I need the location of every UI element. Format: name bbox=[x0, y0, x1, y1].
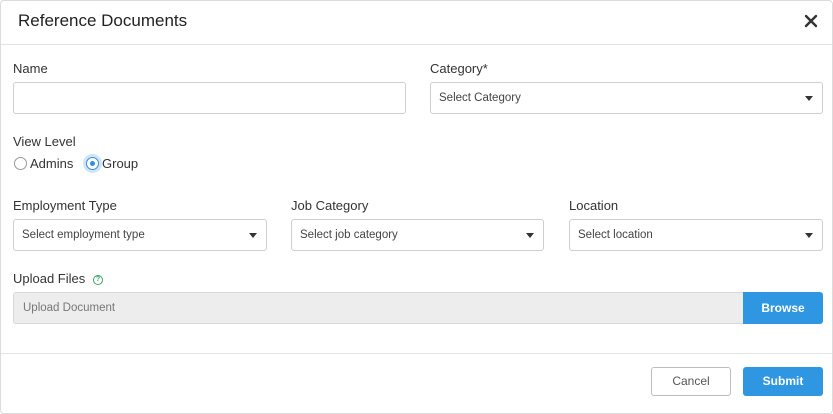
name-input[interactable] bbox=[13, 82, 406, 114]
modal-title: Reference Documents bbox=[18, 11, 188, 30]
name-label: Name bbox=[13, 61, 48, 76]
radio-group-label: Group bbox=[102, 155, 139, 171]
reference-documents-modal: Reference Documents Name Category* Selec… bbox=[0, 0, 833, 414]
caret-down-icon bbox=[805, 233, 813, 238]
category-select-value: Select Category bbox=[439, 92, 521, 104]
caret-down-icon bbox=[805, 96, 813, 101]
browse-button[interactable]: Browse bbox=[743, 292, 823, 324]
cancel-button[interactable]: Cancel bbox=[651, 367, 731, 396]
employment-type-select-value: Select employment type bbox=[22, 229, 145, 241]
location-select-value: Select location bbox=[578, 229, 653, 241]
location-select[interactable]: Select location bbox=[569, 219, 823, 251]
employment-type-label: Employment Type bbox=[13, 198, 117, 213]
radio-admins[interactable]: Admins bbox=[14, 155, 73, 171]
location-label: Location bbox=[569, 198, 619, 213]
employment-type-select[interactable]: Select employment type bbox=[13, 219, 267, 251]
modal-header: Reference Documents bbox=[1, 1, 832, 45]
submit-button[interactable]: Submit bbox=[743, 367, 823, 396]
category-label: Category* bbox=[430, 61, 488, 76]
radio-admins-label: Admins bbox=[30, 155, 74, 171]
job-category-label: Job Category bbox=[291, 198, 369, 213]
footer-divider bbox=[1, 353, 832, 354]
job-category-select-value: Select job category bbox=[300, 229, 398, 241]
radio-circle-selected bbox=[86, 156, 99, 170]
radio-group[interactable]: Group bbox=[86, 155, 138, 171]
caret-down-icon bbox=[526, 233, 534, 238]
view-level-label: View Level bbox=[13, 134, 76, 149]
job-category-select[interactable]: Select job category bbox=[291, 219, 544, 251]
category-select[interactable]: Select Category bbox=[430, 82, 823, 114]
question-circle-icon[interactable]: ? bbox=[93, 275, 103, 285]
radio-circle bbox=[14, 156, 27, 170]
caret-down-icon bbox=[249, 233, 257, 238]
close-icon[interactable] bbox=[802, 11, 820, 31]
upload-files-label: Upload Files bbox=[13, 271, 86, 286]
upload-document-field[interactable]: Upload Document bbox=[13, 292, 743, 324]
